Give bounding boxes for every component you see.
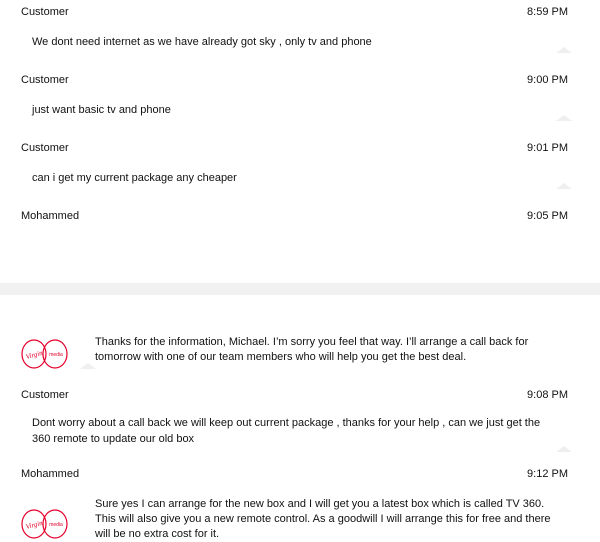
message-text: Thanks for the information, Michael. I’m… <box>95 336 529 363</box>
message-text: just want basic tv and phone <box>32 104 171 116</box>
message-text: can i get my current package any cheaper <box>32 172 237 184</box>
message-text: We dont need internet as we have already… <box>32 36 372 48</box>
bubble-caret <box>556 47 572 53</box>
bubble-caret <box>556 115 572 121</box>
message-header: Customer 9:08 PM <box>21 389 568 405</box>
chat-divider <box>0 283 600 295</box>
svg-text:media: media <box>49 522 63 528</box>
message-time: 9:12 PM <box>527 468 568 480</box>
message-header: Mohammed 9:12 PM <box>21 468 568 484</box>
message-header: Mohammed 9:05 PM <box>21 210 568 226</box>
sender-name: Mohammed <box>21 210 80 222</box>
svg-text:Virgin: Virgin <box>25 519 44 531</box>
message-text: Dont worry about a call back we will kee… <box>32 417 541 445</box>
message-time: 9:00 PM <box>527 74 568 86</box>
sender-name: Customer <box>21 6 69 18</box>
bubble-caret <box>556 446 572 452</box>
message-time: 9:05 PM <box>527 210 568 222</box>
sender-name: Mohammed <box>21 468 80 480</box>
message-header: Customer 9:01 PM <box>21 142 568 158</box>
sender-name: Customer <box>21 74 69 86</box>
message-time: 8:59 PM <box>527 6 568 18</box>
message-text: Sure yes I can arrange for the new box a… <box>95 498 551 540</box>
message-header: Customer 8:59 PM <box>21 6 568 22</box>
svg-text:Virgin: Virgin <box>25 349 44 361</box>
message-header: Customer 9:00 PM <box>21 74 568 90</box>
virgin-media-logo: Virgin media <box>21 339 68 369</box>
svg-text:media: media <box>49 352 63 358</box>
sender-name: Customer <box>21 142 69 154</box>
sender-name: Customer <box>21 389 69 401</box>
message-time: 9:01 PM <box>527 142 568 154</box>
bubble-caret <box>556 183 572 189</box>
bubble-caret <box>80 363 96 369</box>
message-time: 9:08 PM <box>527 389 568 401</box>
